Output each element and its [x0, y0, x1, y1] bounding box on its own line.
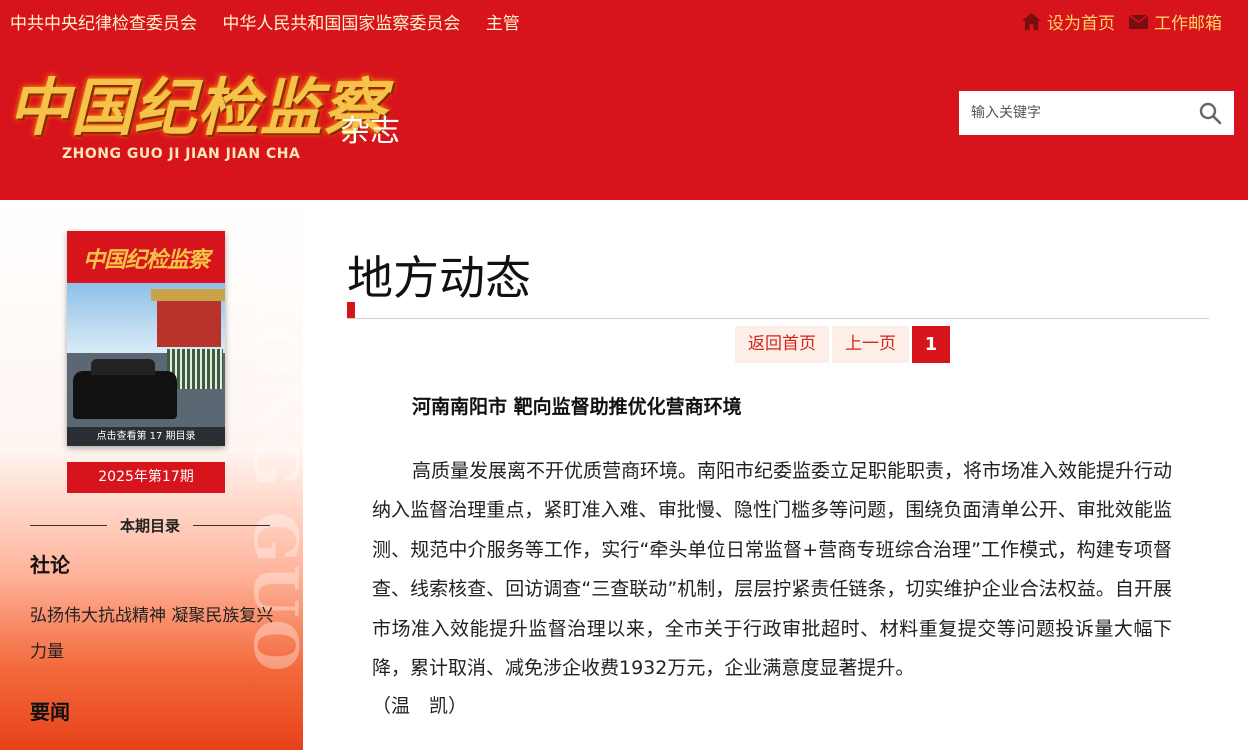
- mail-icon: [1129, 14, 1148, 29]
- title-divider: [347, 318, 1209, 319]
- prev-page-button[interactable]: 上一页: [832, 326, 909, 363]
- toc-header-label: 本期目录: [120, 516, 181, 535]
- logo-title: 中国纪检监察: [8, 71, 387, 144]
- article-title[interactable]: 河南南阳市 靶向监督助推优化营商环境: [412, 392, 742, 419]
- back-home-button[interactable]: 返回首页: [735, 326, 829, 363]
- cover-caption: 点击查看第 17 期目录: [67, 427, 225, 446]
- sidebar-watermark: ZHONG GUO: [240, 220, 303, 674]
- set-homepage-label: 设为首页: [1047, 14, 1115, 34]
- cover-tiananmen: [151, 289, 225, 347]
- sidebar: ZHONG GUO 中国纪检监察 点击查看第 17 期目录 2025年第17期 …: [0, 200, 303, 750]
- set-homepage-link[interactable]: 设为首页: [1022, 9, 1115, 34]
- toc-section-editorial: 社论: [30, 553, 70, 577]
- cover-car: [73, 359, 177, 419]
- issue-cover[interactable]: 中国纪检监察 点击查看第 17 期目录: [67, 231, 225, 446]
- logo-suffix: 杂志: [340, 114, 400, 149]
- issue-label[interactable]: 2025年第17期: [67, 462, 225, 493]
- title-accent: [347, 302, 355, 319]
- article-body: 高质量发展离不开优质营商环境。南阳市纪委监委立足职能职责，将市场准入效能提升行动…: [372, 460, 1173, 680]
- logo-pinyin: ZHONG GUO JI JIAN JIAN CHA: [62, 146, 301, 162]
- home-icon: [1022, 13, 1041, 30]
- work-mail-link[interactable]: 工作邮箱: [1129, 9, 1222, 34]
- supervisor-nsc: 中华人民共和国国家监察委员会: [222, 14, 461, 34]
- toc-header: 本期目录: [30, 513, 270, 537]
- search-icon[interactable]: [1198, 101, 1222, 125]
- current-page-button[interactable]: 1: [912, 326, 950, 363]
- article-author: （温 凯）: [372, 695, 468, 717]
- supervisor-label: 主管: [485, 14, 520, 34]
- toc-section-news: 要闻: [30, 700, 70, 724]
- cover-title: 中国纪检监察: [83, 247, 210, 273]
- page-title: 地方动态: [347, 251, 531, 305]
- pagination: 返回首页 上一页 1: [735, 326, 950, 363]
- search-input[interactable]: [959, 91, 1184, 135]
- search-box: [959, 91, 1234, 135]
- supervisor-line: 中共中央纪律检查委员会 中华人民共和国国家监察委员会 主管: [10, 9, 540, 34]
- toc-item-editorial-1[interactable]: 弘扬伟大抗战精神 凝聚民族复兴力量: [30, 598, 278, 670]
- header-links: 设为首页 工作邮箱: [1022, 9, 1222, 34]
- site-header: 中共中央纪律检查委员会 中华人民共和国国家监察委员会 主管 设为首页 工作邮箱 …: [0, 0, 1248, 200]
- site-logo[interactable]: 中国纪检监察 杂志 ZHONG GUO JI JIAN JIAN CHA: [8, 68, 428, 168]
- supervisor-ccdi: 中共中央纪律检查委员会: [10, 14, 197, 34]
- work-mail-label: 工作邮箱: [1154, 14, 1222, 34]
